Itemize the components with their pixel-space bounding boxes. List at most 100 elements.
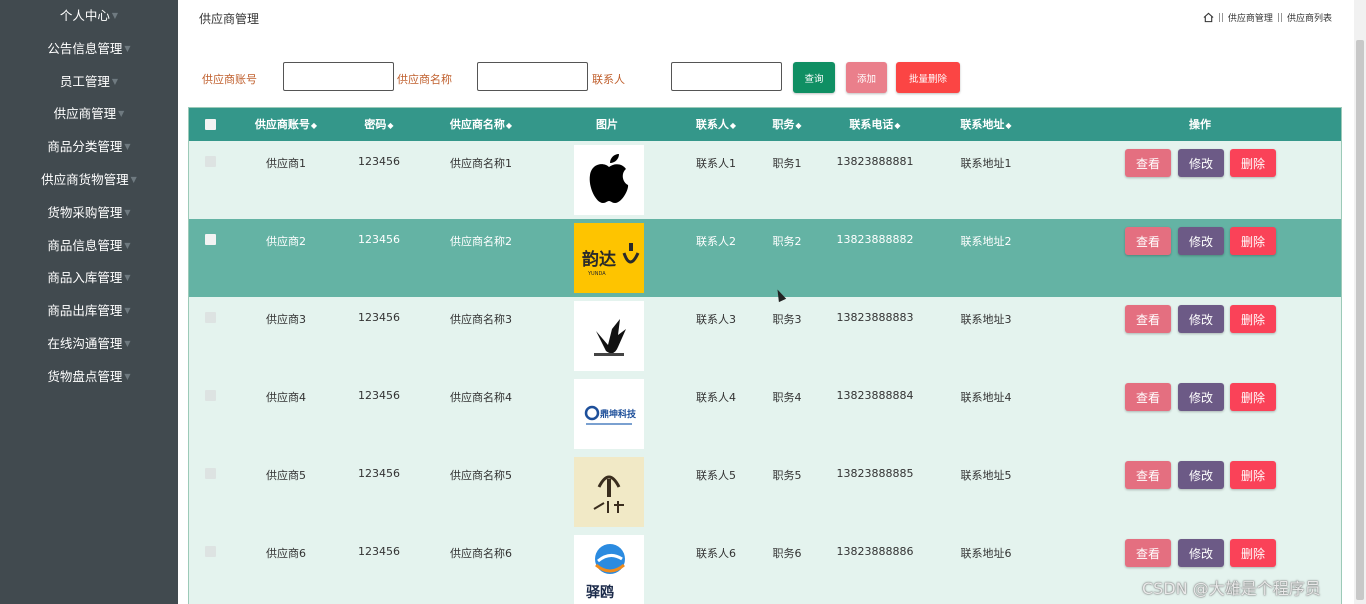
sidebar-item-label: 供应商货物管理 (41, 171, 129, 187)
column-header-address[interactable]: 联系地址◆ (960, 108, 1011, 141)
view-button[interactable]: 查看 (1125, 227, 1171, 255)
column-header-account[interactable]: 供应商账号◆ (255, 108, 317, 141)
delete-button[interactable]: 删除 (1230, 227, 1276, 255)
sidebar-item-chat[interactable]: 在线沟通管理 ▼ (0, 328, 178, 361)
cell-account: 供应商5 (266, 469, 306, 482)
column-header-title[interactable]: 职务◆ (772, 108, 801, 141)
cell-contact: 联系人2 (696, 235, 736, 248)
sidebar-item-label: 商品分类管理 (47, 139, 123, 155)
column-header-name[interactable]: 供应商名称◆ (450, 108, 512, 141)
sidebar-item-stock-out[interactable]: 商品出库管理 ▼ (0, 295, 178, 328)
sidebar-item-employee[interactable]: 员工管理 ▼ (0, 66, 178, 99)
view-button[interactable]: 查看 (1125, 149, 1171, 177)
cell-password: 123456 (358, 155, 400, 168)
delete-button[interactable]: 删除 (1230, 539, 1276, 567)
sidebar-item-stock-in[interactable]: 商品入库管理 ▼ (0, 262, 178, 295)
cell-address: 联系地址4 (960, 391, 1012, 404)
delete-button[interactable]: 删除 (1230, 461, 1276, 489)
search-bar: 供应商账号 供应商名称 联系人 查询 添加 批量删除 (178, 62, 1354, 94)
yunda-logo: 韵达 YUNDA (574, 223, 644, 293)
sort-icon: ◆ (387, 121, 394, 130)
cell-name: 供应商名称3 (450, 313, 512, 326)
table-row[interactable]: 供应商1 123456 供应商名称1 联系人1 职务1 13823888881 联系地址1 查… (189, 141, 1341, 219)
breadcrumb-separator: || (1276, 12, 1283, 23)
sort-icon: ◆ (505, 121, 513, 130)
delete-button[interactable]: 删除 (1230, 149, 1276, 177)
chevron-down-icon: ▼ (111, 76, 119, 86)
cell-account: 供应商3 (266, 313, 306, 326)
cell-name: 供应商名称1 (450, 157, 512, 170)
query-button[interactable]: 查询 (793, 62, 835, 93)
svg-text:韵达: 韵达 (582, 249, 616, 270)
sidebar-item-inventory[interactable]: 货物盘点管理 ▼ (0, 361, 178, 394)
cell-password: 123456 (358, 311, 400, 324)
table-row[interactable]: 供应商3 123456 供应商名称3 联系人3 职务3 13823888883 联系地址3 查… (189, 297, 1341, 375)
view-button[interactable]: 查看 (1125, 461, 1171, 489)
sidebar-item-label: 员工管理 (59, 73, 110, 89)
contact-search-input[interactable] (671, 62, 782, 91)
chevron-down-icon: ▼ (124, 207, 131, 217)
sidebar-item-label: 供应商管理 (53, 106, 117, 122)
table-row[interactable]: 供应商2 123456 供应商名称2 韵达 YUNDA 联系人2 职务2 1382388888… (189, 219, 1341, 297)
sidebar-item-label: 商品入库管理 (47, 270, 123, 286)
view-button[interactable]: 查看 (1125, 305, 1171, 333)
column-header-password[interactable]: 密码◆ (364, 108, 393, 141)
column-header-contact[interactable]: 联系人◆ (696, 108, 736, 141)
sidebar-item-purchase[interactable]: 货物采购管理 ▼ (0, 197, 178, 230)
batch-delete-button[interactable]: 批量删除 (896, 62, 960, 93)
row-checkbox[interactable] (205, 234, 216, 245)
cell-name: 供应商名称6 (450, 547, 512, 560)
column-header-actions: 操作 (1189, 118, 1211, 131)
table-header: 供应商账号◆ 密码◆ 供应商名称◆ 图片 联系人◆ 职务◆ 联系电话◆ 联系地址… (189, 108, 1341, 141)
add-button[interactable]: 添加 (846, 62, 887, 93)
svg-text:YUNDA: YUNDA (587, 271, 606, 277)
table-row[interactable]: 供应商4 123456 供应商名称4 鼎坤科技 联系人4 职务4 13823888884 联系… (189, 375, 1341, 453)
chevron-down-icon: ▼ (124, 306, 131, 316)
contact-label: 联系人 (592, 73, 625, 86)
sidebar-item-supplier-goods[interactable]: 供应商货物管理 ▼ (0, 164, 178, 197)
column-header-phone[interactable]: 联系电话◆ (849, 108, 900, 141)
chevron-down-icon: ▼ (111, 11, 119, 21)
row-checkbox[interactable] (205, 156, 216, 167)
edit-button[interactable]: 修改 (1178, 461, 1224, 489)
breadcrumb-item[interactable]: 供应商管理 (1228, 11, 1273, 24)
cell-password: 123456 (358, 233, 400, 246)
sidebar-item-category[interactable]: 商品分类管理 ▼ (0, 131, 178, 164)
sidebar-item-personal-center[interactable]: 个人中心 ▼ (0, 0, 178, 33)
column-header-image: 图片 (596, 118, 618, 131)
edit-button[interactable]: 修改 (1178, 539, 1224, 567)
svg-text:驿鸥: 驿鸥 (586, 584, 614, 601)
edit-button[interactable]: 修改 (1178, 305, 1224, 333)
row-checkbox[interactable] (205, 390, 216, 401)
cell-phone: 13823888886 (836, 545, 914, 558)
account-search-input[interactable] (283, 62, 394, 91)
view-button[interactable]: 查看 (1125, 539, 1171, 567)
edit-button[interactable]: 修改 (1178, 383, 1224, 411)
cell-account: 供应商4 (266, 391, 306, 404)
sidebar-item-product[interactable]: 商品信息管理 ▼ (0, 230, 178, 263)
sidebar-item-supplier[interactable]: 供应商管理 ▼ (0, 98, 178, 131)
sort-icon: ◆ (795, 121, 802, 130)
sidebar-item-label: 货物盘点管理 (47, 368, 123, 384)
delete-button[interactable]: 删除 (1230, 305, 1276, 333)
cell-title: 职务2 (772, 235, 802, 248)
home-icon[interactable] (1203, 12, 1214, 23)
delete-button[interactable]: 删除 (1230, 383, 1276, 411)
row-checkbox[interactable] (205, 312, 216, 323)
edit-button[interactable]: 修改 (1178, 227, 1224, 255)
sidebar-item-label: 个人中心 (59, 8, 110, 23)
cell-name: 供应商名称2 (450, 235, 512, 248)
edit-button[interactable]: 修改 (1178, 149, 1224, 177)
cell-account: 供应商1 (266, 157, 306, 170)
row-checkbox[interactable] (205, 468, 216, 479)
sidebar-item-notice[interactable]: 公告信息管理 ▼ (0, 33, 178, 66)
view-button[interactable]: 查看 (1125, 383, 1171, 411)
scrollbar[interactable] (1354, 0, 1366, 604)
row-checkbox[interactable] (205, 546, 216, 557)
cell-password: 123456 (358, 545, 400, 558)
cell-password: 123456 (358, 467, 400, 480)
select-all-checkbox[interactable] (205, 119, 216, 130)
table-row[interactable]: 供应商5 123456 供应商名称5 联系人5 职务5 13823888885 联系地址5 查… (189, 453, 1341, 531)
scrollbar-thumb[interactable] (1356, 40, 1364, 600)
name-search-input[interactable] (477, 62, 588, 91)
